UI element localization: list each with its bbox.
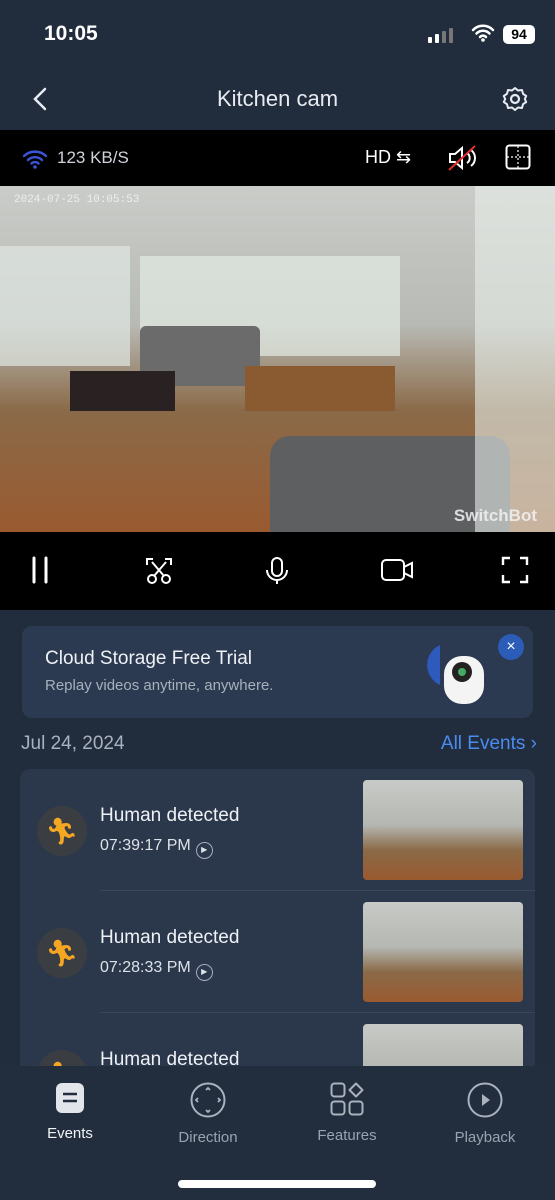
promo-title: Cloud Storage Free Trial xyxy=(45,648,252,669)
pause-icon[interactable] xyxy=(30,556,50,584)
direction-pad-icon xyxy=(190,1082,226,1118)
microphone-icon[interactable] xyxy=(264,556,290,586)
event-time: 07:39:17 PM ▶ xyxy=(100,837,213,859)
event-label: Human detected xyxy=(100,927,240,948)
tab-label: Direction xyxy=(178,1129,238,1146)
dining-table xyxy=(245,366,395,411)
human-running-icon: 🏃︎ xyxy=(37,928,87,978)
quality-toggle[interactable]: HD ⇆ xyxy=(365,147,411,168)
split-view-icon[interactable] xyxy=(505,144,531,170)
watermark: SwitchBot xyxy=(453,506,537,525)
playback-icon xyxy=(467,1082,503,1118)
wifi-icon xyxy=(471,24,495,42)
play-icon[interactable]: ▶ xyxy=(195,842,213,859)
status-bar: 10:05 94 xyxy=(0,0,555,70)
video-timestamp: 2024-07-25 10:05:53 xyxy=(14,194,140,206)
event-time: 07:28:33 PM ▶ xyxy=(100,959,213,981)
tab-direction[interactable]: Direction xyxy=(148,1082,268,1146)
event-label: Human detected xyxy=(100,805,240,826)
event-time-text: 07:28:33 PM xyxy=(100,959,191,976)
bitrate: 123 KB/S xyxy=(57,148,129,167)
close-banner-button[interactable]: × xyxy=(498,634,524,660)
event-list: 🏃︎ Human detected 07:39:17 PM ▶ 🏃︎ Human … xyxy=(20,769,535,1089)
screenshot-icon[interactable] xyxy=(144,556,174,586)
fullscreen-icon[interactable] xyxy=(501,556,529,584)
tab-bar: Events Direction Features Playback xyxy=(0,1066,555,1200)
tab-playback[interactable]: Playback xyxy=(425,1082,545,1146)
tab-label: Events xyxy=(47,1125,93,1142)
chevron-right-icon: › xyxy=(530,733,537,754)
tab-label: Playback xyxy=(454,1129,516,1146)
video-controls xyxy=(0,532,555,610)
window-left xyxy=(0,246,130,366)
camera-toolbar: 123 KB/S HD ⇆ xyxy=(0,130,555,186)
speaker-muted-icon[interactable] xyxy=(446,144,478,172)
features-grid-icon xyxy=(330,1082,364,1116)
camera-product-icon xyxy=(427,645,484,704)
promo-subtitle: Replay videos anytime, anywhere. xyxy=(45,677,274,694)
record-video-icon[interactable] xyxy=(380,556,414,584)
quality-label: HD xyxy=(365,147,391,167)
cloud-storage-banner[interactable]: Cloud Storage Free Trial Replay videos a… xyxy=(22,626,533,718)
swap-icon: ⇆ xyxy=(396,147,412,167)
connection-wifi-icon xyxy=(22,150,48,169)
coffee-table xyxy=(70,371,175,411)
all-events-link[interactable]: All Events › xyxy=(441,733,537,755)
page-title: Kitchen cam xyxy=(216,86,339,111)
nav-bar: Kitchen cam xyxy=(0,70,555,130)
gear-icon[interactable] xyxy=(501,85,529,113)
cellular-signal-icon xyxy=(428,28,453,43)
all-events-label: All Events xyxy=(440,733,526,754)
event-item[interactable]: 🏃︎ Human detected 07:28:33 PM ▶ xyxy=(20,891,535,1013)
home-indicator[interactable] xyxy=(178,1180,376,1188)
window-right xyxy=(475,186,555,532)
live-video[interactable]: 2024-07-25 10:05:53 SwitchBot xyxy=(0,186,555,532)
play-icon[interactable]: ▶ xyxy=(195,964,213,981)
events-date: Jul 24, 2024 xyxy=(21,733,125,754)
tab-events[interactable]: Events xyxy=(10,1082,130,1142)
tab-label: Features xyxy=(317,1127,377,1144)
event-thumbnail[interactable] xyxy=(363,780,523,880)
battery-indicator: 94 xyxy=(503,25,535,44)
event-item[interactable]: 🏃︎ Human detected 07:39:17 PM ▶ xyxy=(20,769,535,891)
human-running-icon: 🏃︎ xyxy=(37,806,87,856)
tab-features[interactable]: Features xyxy=(287,1082,407,1144)
event-thumbnail[interactable] xyxy=(363,902,523,1002)
events-icon xyxy=(56,1083,84,1113)
event-time-text: 07:39:17 PM xyxy=(100,837,191,854)
clock: 10:05 xyxy=(44,22,98,45)
